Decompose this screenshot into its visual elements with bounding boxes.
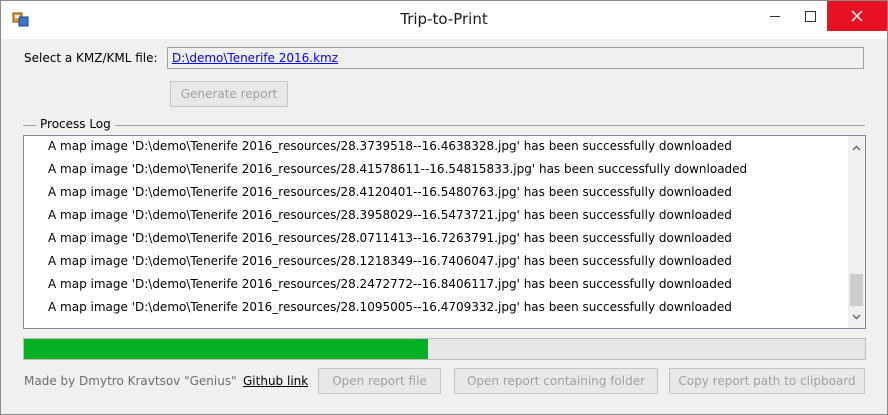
close-button[interactable] [827, 1, 887, 31]
open-report-folder-button[interactable]: Open report containing folder [454, 368, 658, 394]
scroll-down-button[interactable] [848, 308, 865, 325]
generate-report-button[interactable]: Generate report [170, 81, 288, 107]
file-label: Select a KMZ/KML file: [24, 51, 158, 65]
log-line: A map image 'D:\demo\Tenerife 2016_resou… [48, 231, 732, 245]
progress-bar-fill [24, 339, 428, 359]
github-link[interactable]: Github link [243, 374, 308, 388]
window-title: Trip-to-Print [400, 10, 488, 28]
process-log-title: Process Log [36, 117, 115, 131]
author-credit: Made by Dmytro Kravtsov "Genius" [24, 374, 237, 388]
copy-report-path-button[interactable]: Copy report path to clipboard [669, 368, 865, 394]
close-icon [851, 10, 863, 22]
open-report-file-button[interactable]: Open report file [318, 368, 441, 394]
log-line: A map image 'D:\demo\Tenerife 2016_resou… [48, 254, 732, 268]
maximize-icon [805, 10, 816, 22]
chevron-up-icon [852, 145, 861, 150]
log-line: A map image 'D:\demo\Tenerife 2016_resou… [48, 208, 732, 222]
log-line: A map image 'D:\demo\Tenerife 2016_resou… [48, 277, 732, 291]
log-line: A map image 'D:\demo\Tenerife 2016_resou… [48, 185, 732, 199]
maximize-button[interactable] [793, 1, 828, 31]
log-line: A map image 'D:\demo\Tenerife 2016_resou… [48, 139, 732, 153]
minimize-icon [769, 15, 780, 17]
file-path-link[interactable]: D:\demo\Tenerife 2016.kmz [172, 51, 338, 65]
scroll-thumb[interactable] [850, 274, 863, 306]
progress-bar [23, 338, 866, 360]
file-path-field[interactable]: D:\demo\Tenerife 2016.kmz [167, 47, 864, 69]
main-window: Trip-to-Print Select a KMZ/KML file: D:\… [0, 0, 888, 415]
process-log-divider [23, 125, 865, 126]
chevron-down-icon [852, 314, 861, 319]
scroll-up-button[interactable] [848, 139, 865, 156]
process-log-list[interactable]: A map image 'D:\demo\Tenerife 2016_resou… [23, 135, 866, 329]
log-line: A map image 'D:\demo\Tenerife 2016_resou… [48, 300, 732, 314]
log-scrollbar[interactable] [848, 136, 865, 328]
log-line: A map image 'D:\demo\Tenerife 2016_resou… [48, 162, 748, 176]
title-bar[interactable]: Trip-to-Print [1, 1, 887, 39]
minimize-button[interactable] [757, 1, 792, 31]
